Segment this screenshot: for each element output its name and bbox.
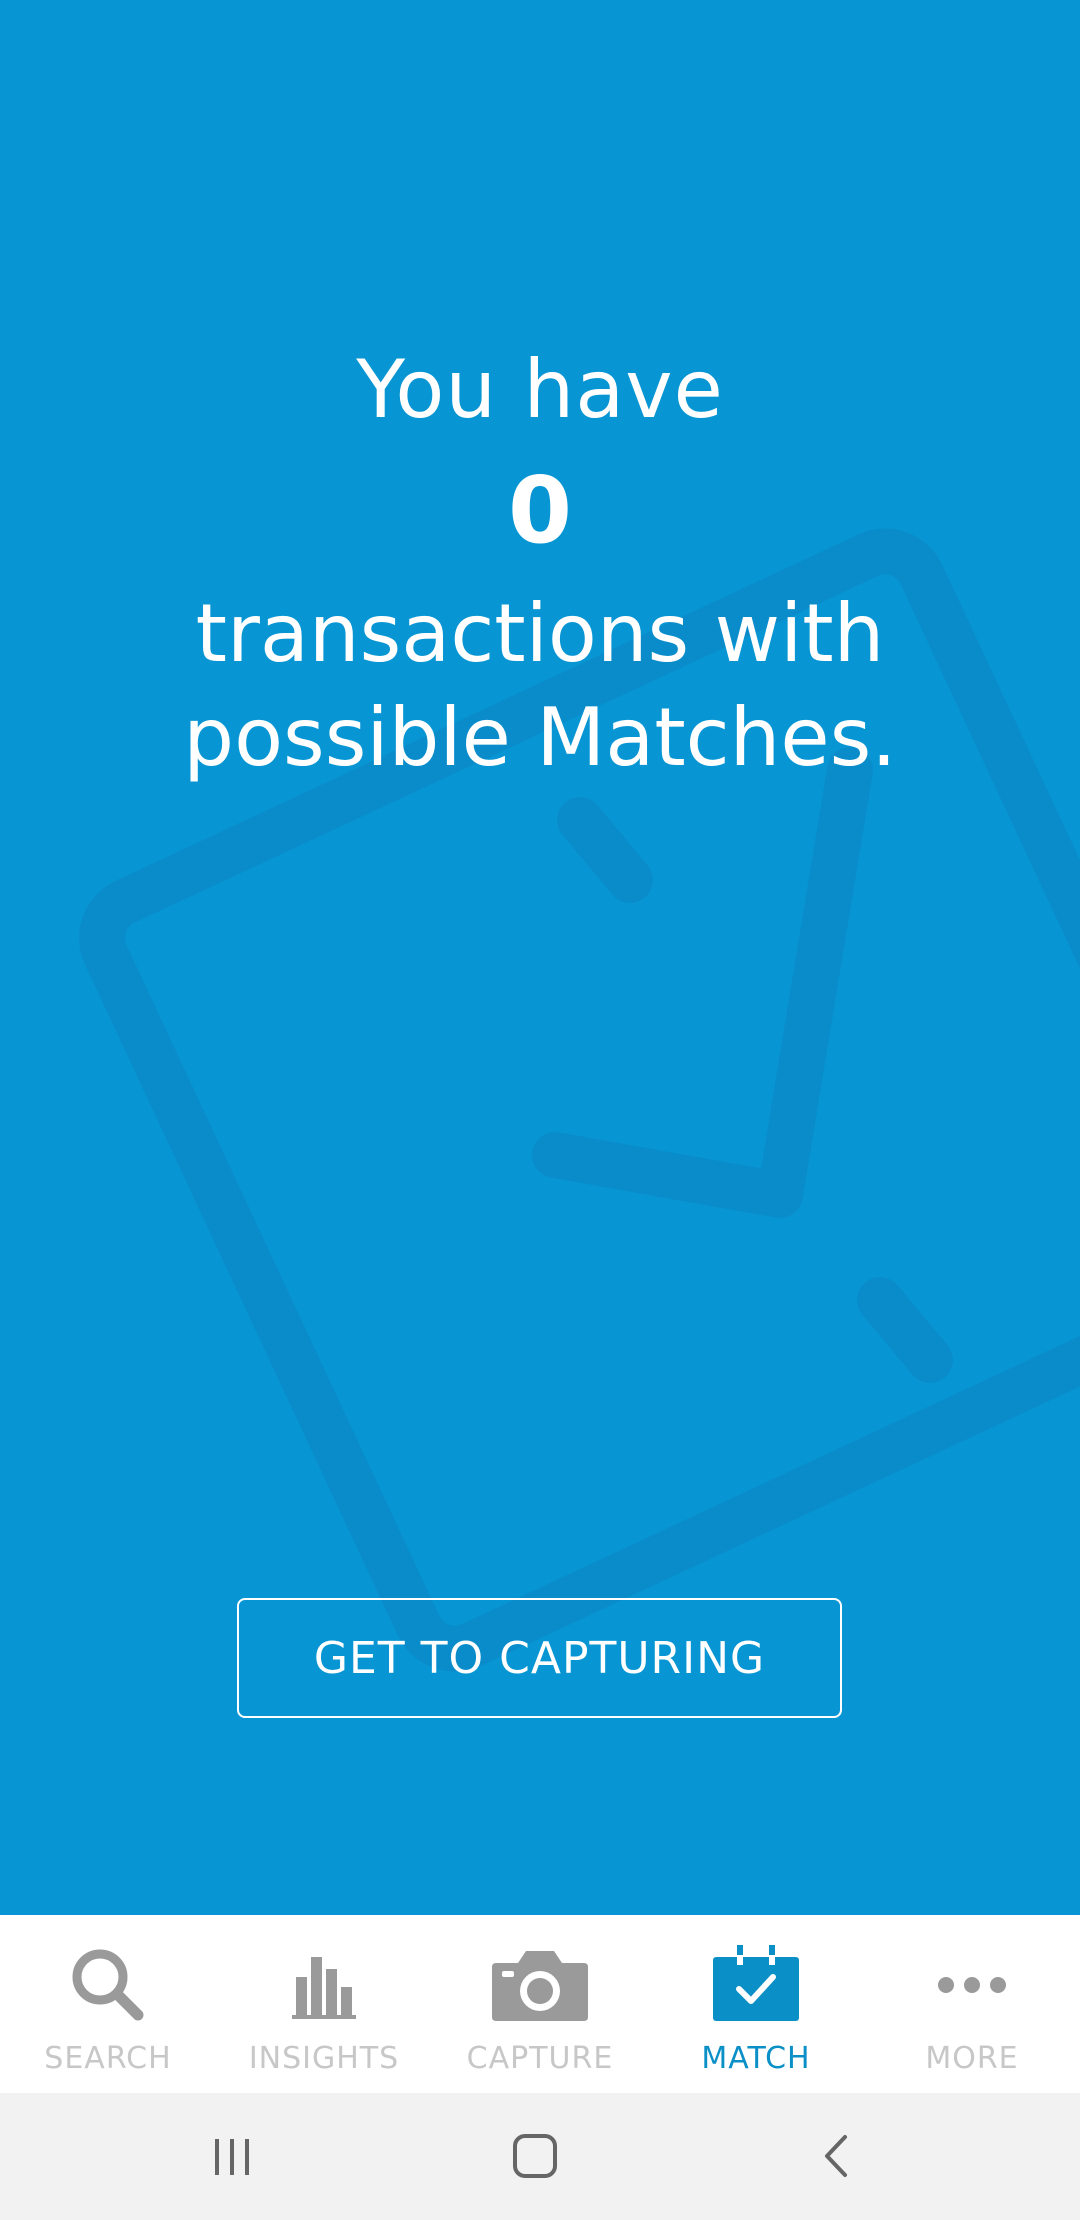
match-hero: You have 0 transactions with possible Ma… xyxy=(0,0,1080,1915)
back-button[interactable] xyxy=(778,2121,898,2191)
tab-match[interactable]: MATCH xyxy=(648,1915,864,2093)
bottom-tab-bar: SEARCH INSIGHTS CAPTURE MATCH MORE xyxy=(0,1915,1080,2093)
home-button[interactable] xyxy=(475,2121,595,2191)
tab-capture[interactable]: CAPTURE xyxy=(432,1915,648,2093)
message-outro-line2: possible Matches. xyxy=(183,691,897,784)
get-to-capturing-button[interactable]: GET TO CAPTURING xyxy=(237,1598,842,1718)
tab-match-label: MATCH xyxy=(701,2041,811,2076)
tab-capture-label: CAPTURE xyxy=(466,2041,614,2076)
message-intro: You have xyxy=(356,343,724,436)
tab-insights[interactable]: INSIGHTS xyxy=(216,1915,432,2093)
recent-apps-button[interactable] xyxy=(172,2121,292,2191)
bar-chart-icon xyxy=(269,1945,379,2025)
tab-more-label: MORE xyxy=(925,2041,1019,2076)
tab-search-label: SEARCH xyxy=(44,2041,172,2076)
match-count: 0 xyxy=(507,457,572,564)
match-screen: You have 0 transactions with possible Ma… xyxy=(0,0,1080,2220)
search-icon xyxy=(53,1945,163,2025)
match-count-message: You have 0 transactions with possible Ma… xyxy=(0,340,1080,790)
home-icon xyxy=(513,2134,557,2178)
message-outro-line1: transactions with xyxy=(195,587,885,680)
tab-more[interactable]: MORE xyxy=(864,1915,1080,2093)
system-navigation-bar xyxy=(0,2093,1080,2220)
camera-icon xyxy=(485,1945,595,2025)
tab-insights-label: INSIGHTS xyxy=(248,2041,400,2076)
calendar-check-icon xyxy=(701,1945,811,2025)
tab-search[interactable]: SEARCH xyxy=(0,1915,216,2093)
back-icon xyxy=(825,2135,847,2177)
more-dots-icon xyxy=(917,1945,1027,2025)
recent-apps-icon xyxy=(215,2139,249,2175)
